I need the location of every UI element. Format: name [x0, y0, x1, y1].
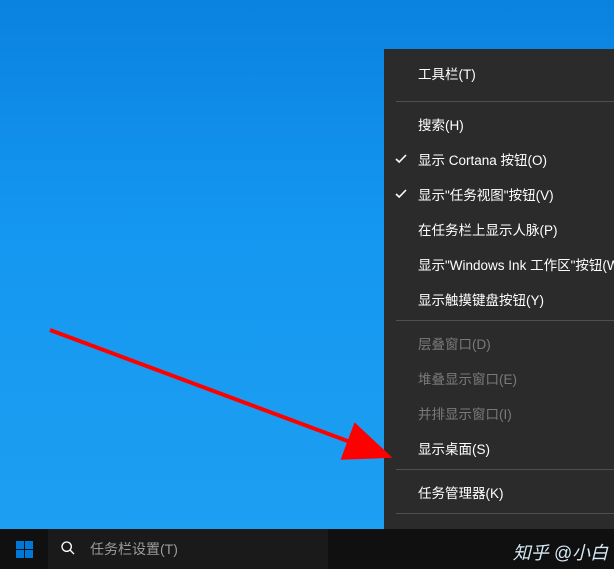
ctx-label: 显示"任务视图"按钮(V): [418, 184, 554, 204]
ctx-label: 显示桌面(S): [418, 438, 490, 458]
separator: [396, 469, 614, 470]
ctx-item-show-touchkb[interactable]: 显示触摸键盘按钮(Y): [384, 281, 614, 316]
ctx-item-stacked: 堆叠显示窗口(E): [384, 360, 614, 395]
check-icon: [394, 187, 408, 201]
annotation-arrow: [40, 320, 400, 480]
windows-logo-icon: [16, 541, 33, 558]
ctx-label: 任务管理器(K): [418, 482, 504, 502]
ctx-item-show-people[interactable]: 在任务栏上显示人脉(P): [384, 211, 614, 246]
separator: [396, 101, 614, 102]
check-icon: [394, 152, 408, 166]
search-icon: [60, 540, 76, 559]
separator: [396, 513, 614, 514]
taskbar-search-box[interactable]: 任务栏设置(T): [48, 529, 328, 569]
start-button[interactable]: [0, 529, 48, 569]
ctx-item-sidebyside: 并排显示窗口(I): [384, 395, 614, 430]
ctx-item-toolbars[interactable]: 工具栏(T): [384, 49, 614, 97]
ctx-label: 搜索(H): [418, 114, 464, 134]
ctx-label: 显示"Windows Ink 工作区"按钮(W): [418, 254, 614, 274]
ctx-label: 显示 Cortana 按钮(O): [418, 149, 547, 169]
separator: [396, 320, 614, 321]
ctx-label: 显示触摸键盘按钮(Y): [418, 289, 544, 309]
search-placeholder: 任务栏设置(T): [90, 539, 178, 559]
ctx-item-show-desktop[interactable]: 显示桌面(S): [384, 430, 614, 465]
ctx-item-show-taskview[interactable]: 显示"任务视图"按钮(V): [384, 176, 614, 211]
desktop-wallpaper: 工具栏(T) 搜索(H) 显示 Cortana 按钮(O) 显示"任务视图"按钮…: [0, 0, 614, 569]
ctx-label: 并排显示窗口(I): [418, 403, 512, 423]
ctx-item-cascade: 层叠窗口(D): [384, 325, 614, 360]
ctx-label: 层叠窗口(D): [418, 333, 491, 353]
ctx-label: 在任务栏上显示人脉(P): [418, 219, 558, 239]
ctx-label: 堆叠显示窗口(E): [418, 368, 517, 388]
taskbar[interactable]: 任务栏设置(T): [0, 529, 614, 569]
ctx-item-search[interactable]: 搜索(H): [384, 106, 614, 141]
taskbar-context-menu: 工具栏(T) 搜索(H) 显示 Cortana 按钮(O) 显示"任务视图"按钮…: [384, 49, 614, 569]
ctx-label: 工具栏(T): [418, 63, 476, 83]
ctx-item-task-manager[interactable]: 任务管理器(K): [384, 474, 614, 509]
ctx-item-show-cortana[interactable]: 显示 Cortana 按钮(O): [384, 141, 614, 176]
ctx-item-show-ink[interactable]: 显示"Windows Ink 工作区"按钮(W): [384, 246, 614, 281]
